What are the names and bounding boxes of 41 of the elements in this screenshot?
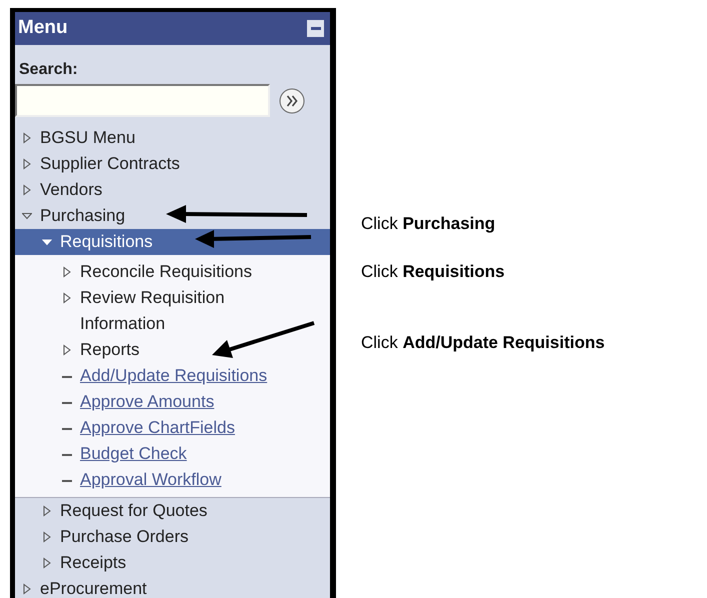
instruction-text: Click Requisitions	[361, 262, 506, 282]
menu-link[interactable]: Add/Update Requisitions	[15, 363, 330, 389]
expanded-triangle-icon[interactable]	[22, 210, 32, 222]
menu-item[interactable]: Reconcile Requisitions	[15, 259, 330, 285]
menu-link[interactable]: Approve Amounts	[15, 389, 330, 415]
collapsed-triangle-icon[interactable]	[42, 505, 52, 517]
menu-item[interactable]: Requisitions	[15, 229, 330, 255]
dash-icon	[62, 376, 72, 378]
menu-item[interactable]: Receipts	[15, 550, 330, 576]
dash-icon	[62, 402, 72, 404]
menu-item[interactable]: Purchasing	[15, 203, 330, 229]
menu-item[interactable]: Vendors	[15, 177, 330, 203]
menu-link[interactable]: Approval Workflow	[15, 467, 330, 493]
menu-item[interactable]: BGSU Menu	[15, 125, 330, 151]
menu-link[interactable]: Budget Check	[15, 441, 330, 467]
collapsed-triangle-icon[interactable]	[42, 557, 52, 569]
dash-icon	[62, 454, 72, 456]
menu-item[interactable]: Reports	[15, 337, 330, 363]
collapse-button[interactable]	[307, 20, 324, 37]
dash-icon	[62, 480, 72, 482]
menu-title: Menu	[18, 16, 68, 40]
collapsed-triangle-icon[interactable]	[62, 344, 72, 356]
collapsed-triangle-icon[interactable]	[22, 184, 32, 196]
menu-item[interactable]: Request for Quotes	[15, 498, 330, 524]
menu-item[interactable]: eProcurement	[15, 576, 330, 598]
menu-item[interactable]: Purchase Orders	[15, 524, 330, 550]
dash-icon	[62, 428, 72, 430]
search-field[interactable]	[15, 84, 270, 117]
collapsed-triangle-icon[interactable]	[22, 132, 32, 144]
instruction-text: Click Purchasing	[361, 214, 496, 234]
collapsed-triangle-icon[interactable]	[22, 583, 32, 595]
collapsed-triangle-icon[interactable]	[62, 266, 72, 278]
search-label: Search:	[19, 60, 79, 80]
go-button[interactable]	[279, 88, 305, 114]
menu-item[interactable]: Review Requisition Information	[15, 285, 330, 337]
menu-item[interactable]: Supplier Contracts	[15, 151, 330, 177]
instruction-text: Click Add/Update Requisitions	[361, 333, 605, 353]
collapsed-triangle-icon[interactable]	[42, 531, 52, 543]
collapsed-triangle-icon[interactable]	[62, 292, 72, 304]
menu-link[interactable]: Approve ChartFields	[15, 415, 330, 441]
collapsed-triangle-icon[interactable]	[22, 158, 32, 170]
